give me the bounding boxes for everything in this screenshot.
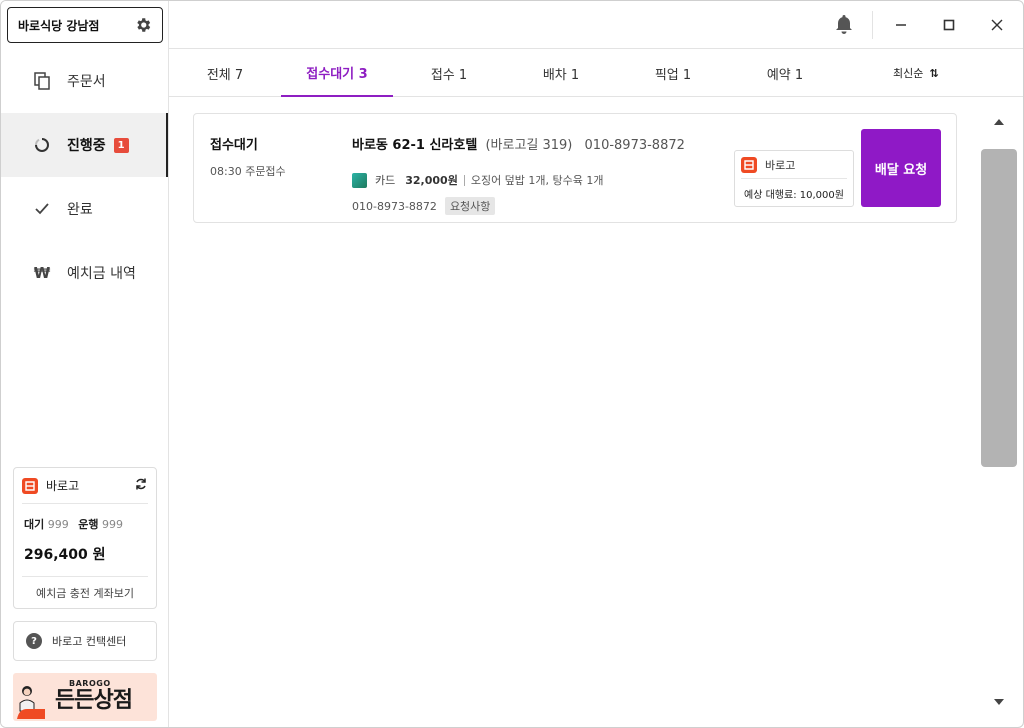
contact-center-button[interactable]: ? 바로고 컨택센터 [13, 621, 157, 661]
tab-reserved[interactable]: 예약 1 [729, 49, 841, 97]
request-delivery-button[interactable]: 배달 요청 [861, 129, 941, 207]
agency-name: 바로고 [765, 158, 796, 172]
bell-icon[interactable] [833, 13, 855, 35]
close-icon[interactable] [987, 15, 1007, 35]
barogo-card-title: 바로고 [46, 479, 80, 493]
deposit-balance: 296,400 원 [24, 547, 106, 563]
order-card[interactable]: 접수대기 08:30 주문접수 바로동 62-1 신라호텔 (바로고길 319)… [193, 113, 957, 223]
gear-icon[interactable] [134, 16, 152, 34]
delivery-agency-box[interactable]: 바로고 예상 대행료: 10,000원 [734, 150, 854, 207]
driver-stats: 대기 999 운행 999 [14, 504, 156, 532]
scroll-up-arrow-icon[interactable] [991, 116, 1007, 128]
copy-icon [33, 72, 51, 90]
address-road: (바로고길 319) [485, 138, 573, 153]
sort-arrows-icon: ⇅ [929, 66, 939, 80]
address-main: 바로동 62-1 신라호텔 [352, 138, 478, 153]
order-menu: 오징어 덮밥 1개, 탕수육 1개 [470, 174, 604, 187]
status-tabs: 전체 7 접수대기 3 접수 1 배차 1 픽업 1 예약 1 최신순 ⇅ [169, 49, 1023, 97]
customer-phone-secondary: 010-8973-8872 [352, 199, 437, 213]
barogo-status-card: 바로고 대기 999 운행 999 296,400 원 예치금 충전 계좌보기 [13, 467, 157, 609]
sidebar-item-orders[interactable]: 주문서 [1, 49, 168, 113]
sidebar-item-completed[interactable]: 완료 [1, 177, 168, 241]
order-contact-line: 010-8973-8872 요청사항 [352, 197, 496, 215]
barogo-logo-icon [22, 477, 38, 494]
tab-all[interactable]: 전체 7 [169, 49, 281, 97]
maximize-icon[interactable] [939, 15, 959, 35]
waiting-label: 대기 [24, 518, 45, 531]
promo-banner[interactable]: BAROGO 든든상점 [13, 673, 157, 721]
view-deposit-account-link[interactable]: 예치금 충전 계좌보기 [22, 576, 148, 608]
running-label: 운행 [78, 518, 99, 531]
sidebar-item-label: 완료 [67, 202, 93, 218]
contact-center-label: 바로고 컨택센터 [52, 635, 127, 648]
scroll-down-arrow-icon[interactable] [991, 696, 1007, 708]
help-icon: ? [26, 633, 42, 649]
store-name: 바로식당 강남점 [18, 18, 100, 33]
estimated-fee: 예상 대행료: 10,000원 [744, 190, 844, 201]
store-selector[interactable]: 바로식당 강남점 [7, 7, 163, 43]
order-status: 접수대기 [210, 138, 258, 153]
sort-label: 최신순 [893, 67, 924, 80]
sidebar-item-deposit-history[interactable]: ₩ 예치금 내역 [1, 241, 168, 305]
check-icon [33, 200, 51, 218]
won-icon: ₩ [33, 264, 51, 282]
request-badge[interactable]: 요청사항 [444, 197, 496, 215]
scrollbar-thumb[interactable] [981, 149, 1017, 467]
sidebar-item-in-progress[interactable]: 진행중 1 [1, 113, 168, 177]
order-amount: 32,000원 [405, 174, 458, 187]
minimize-icon[interactable] [891, 15, 911, 35]
sidebar: 바로식당 강남점 주문서 진행중 1 완료 ₩ 예치금 내역 바로고 대기 99… [1, 1, 169, 727]
title-bar [169, 1, 1023, 49]
running-count: 999 [102, 518, 123, 531]
order-payment-line: 카드 32,000원 오징어 덮밥 1개, 탕수육 1개 [352, 172, 604, 188]
toolbar-divider [872, 11, 873, 39]
mascot-illustration [17, 686, 45, 719]
order-address: 바로동 62-1 신라호텔 (바로고길 319) 010-8973-8872 [352, 134, 685, 153]
sidebar-item-label: 진행중 [67, 138, 106, 154]
waiting-count: 999 [47, 518, 69, 531]
order-time: 08:30 주문접수 [210, 165, 286, 178]
divider [463, 174, 465, 186]
count-badge: 1 [113, 137, 129, 153]
payment-method: 카드 [375, 174, 396, 187]
sidebar-item-label: 주문서 [67, 74, 106, 90]
tab-dispatched[interactable]: 배차 1 [505, 49, 617, 97]
tab-waiting[interactable]: 접수대기 3 [281, 49, 393, 97]
refresh-icon[interactable] [134, 477, 148, 494]
banner-slogan: 든든상점 [55, 688, 133, 713]
customer-phone: 010-8973-8872 [584, 138, 685, 153]
barogo-logo-icon [741, 156, 757, 173]
banner-brand: BAROGO [69, 679, 111, 688]
app-window: 바로식당 강남점 주문서 진행중 1 완료 ₩ 예치금 내역 바로고 대기 99… [0, 0, 1024, 728]
tab-pickup[interactable]: 픽업 1 [617, 49, 729, 97]
payment-app-icon [352, 172, 367, 188]
progress-ring-icon [33, 136, 51, 154]
sort-button[interactable]: 최신순 ⇅ [893, 49, 939, 97]
sidebar-item-label: 예치금 내역 [67, 266, 136, 282]
tab-accepted[interactable]: 접수 1 [393, 49, 505, 97]
